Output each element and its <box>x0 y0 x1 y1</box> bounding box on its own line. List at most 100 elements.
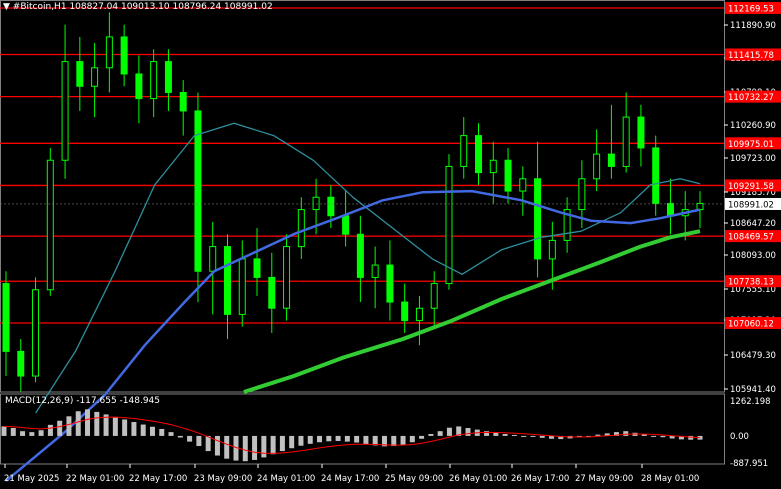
macd-histogram-bar <box>419 435 425 439</box>
candle-body <box>607 153 615 167</box>
candle-body <box>637 116 645 149</box>
candle-body <box>342 215 350 235</box>
candle-body <box>46 159 54 291</box>
macd-scale-label: 0.00 <box>730 432 749 442</box>
macd-histogram-bar <box>354 435 360 443</box>
price-tick-label: 105941.40 <box>730 385 776 395</box>
macd-histogram-bar <box>270 435 276 455</box>
macd-histogram-bar <box>595 434 601 436</box>
macd-histogram-bar <box>47 424 53 436</box>
candle-body <box>164 61 172 93</box>
macd-histogram-bar <box>326 435 332 442</box>
candle-body <box>223 246 231 315</box>
moving-average-fast-line <box>5 189 701 482</box>
macd-histogram-bar <box>511 434 517 436</box>
level-price-label: 111415.78 <box>728 51 774 61</box>
symbol-down-arrow-icon: ▼ <box>3 2 10 12</box>
candle-body <box>386 264 394 303</box>
chart-canvas[interactable]: 111890.90111333.00110798.10110260.901097… <box>0 0 781 489</box>
candle-body <box>312 196 320 211</box>
macd-histogram-bar <box>307 435 313 444</box>
macd-histogram-bar <box>446 427 452 436</box>
macd-histogram-bar <box>57 420 63 436</box>
macd-histogram-bar <box>289 435 295 449</box>
candle-body <box>135 73 143 100</box>
macd-histogram-bar <box>85 409 91 436</box>
macd-histogram-bar <box>484 431 490 436</box>
candle-body <box>179 91 187 112</box>
candle-body <box>460 135 468 167</box>
macd-histogram-bar <box>493 432 499 436</box>
candle-body <box>415 307 423 322</box>
macd-histogram-bar <box>242 435 248 462</box>
macd-histogram-bar <box>252 435 258 460</box>
level-price-label: 109975.01 <box>728 140 774 150</box>
macd-histogram-bar <box>140 424 146 436</box>
symbol-header: ▼ #Bitcoin,H1 108827.04 109013.10 108796… <box>3 2 273 12</box>
macd-histogram-bar <box>224 435 230 459</box>
macd-histogram-bar <box>159 428 165 436</box>
time-tick-label: 21 May 2025 <box>4 474 59 484</box>
macd-histogram-bar <box>94 411 100 436</box>
macd-histogram-bar <box>317 435 323 443</box>
macd-scale-label: 1262.198 <box>730 397 771 407</box>
candle-body <box>105 36 113 69</box>
macd-histogram-bar <box>196 435 202 447</box>
candle-body <box>2 283 10 352</box>
macd-histogram-bar <box>1 426 7 436</box>
macd-histogram-bar <box>298 435 304 446</box>
candle-body <box>548 239 556 260</box>
time-tick-label: 24 May 17:00 <box>321 474 379 484</box>
macd-histogram-bar <box>539 435 545 438</box>
candle-body <box>666 202 674 217</box>
macd-histogram-bar <box>651 435 657 437</box>
candle-body <box>283 246 291 309</box>
time-tick-label: 22 May 01:00 <box>66 474 124 484</box>
level-price-label: 107738.13 <box>728 278 774 288</box>
candle-body <box>430 283 438 309</box>
macd-histogram-bar <box>363 435 369 445</box>
trading-chart[interactable]: 111890.90111333.00110798.10110260.901097… <box>0 0 781 489</box>
macd-histogram-bar <box>335 435 341 441</box>
candle-body <box>578 178 586 211</box>
time-tick-label: 24 May 01:00 <box>257 474 315 484</box>
macd-histogram-bar <box>409 435 415 443</box>
macd-histogram-bar <box>149 426 155 436</box>
candle-body <box>652 147 660 204</box>
macd-histogram-bar <box>530 435 536 437</box>
price-tick-label: 106479.30 <box>730 351 776 361</box>
level-price-label: 108469.57 <box>728 233 774 243</box>
macd-histogram-bar <box>131 422 137 436</box>
candle-body <box>32 289 40 377</box>
macd-histogram-bar <box>279 435 285 452</box>
ohlc-values: 108827.04 109013.10 108796.24 108991.02 <box>69 2 273 12</box>
macd-histogram-bar <box>20 431 26 436</box>
candle-body <box>593 153 601 180</box>
time-tick-label: 28 May 01:00 <box>641 474 699 484</box>
price-tick-label: 108647.20 <box>730 219 776 229</box>
price-tick-label: 109723.00 <box>730 154 776 164</box>
macd-histogram-bar <box>344 435 350 442</box>
macd-histogram-bar <box>112 416 118 436</box>
time-tick-label: 25 May 09:00 <box>385 474 443 484</box>
candle-body <box>401 301 409 322</box>
candle-body <box>76 61 84 87</box>
candle-body <box>253 258 261 278</box>
price-tick-label: 111890.90 <box>730 21 776 31</box>
candle-body <box>91 67 99 87</box>
price-tick-label: 108093.00 <box>730 251 776 261</box>
macd-histogram-bar <box>465 428 471 436</box>
candle-body <box>61 61 69 161</box>
candle-body <box>297 209 305 248</box>
macd-histogram-bar <box>391 435 397 447</box>
candle-body <box>120 36 128 75</box>
macd-histogram-bar <box>187 435 193 442</box>
price-tick-label: 110260.90 <box>730 121 776 131</box>
candle-body <box>504 159 512 192</box>
candle-body <box>17 350 25 377</box>
macd-histogram-bar <box>400 435 406 445</box>
macd-histogram-bar <box>261 435 267 458</box>
macd-histogram-bar <box>122 419 128 436</box>
macd-histogram-bar <box>521 435 527 437</box>
level-price-label: 110732.27 <box>728 93 774 103</box>
